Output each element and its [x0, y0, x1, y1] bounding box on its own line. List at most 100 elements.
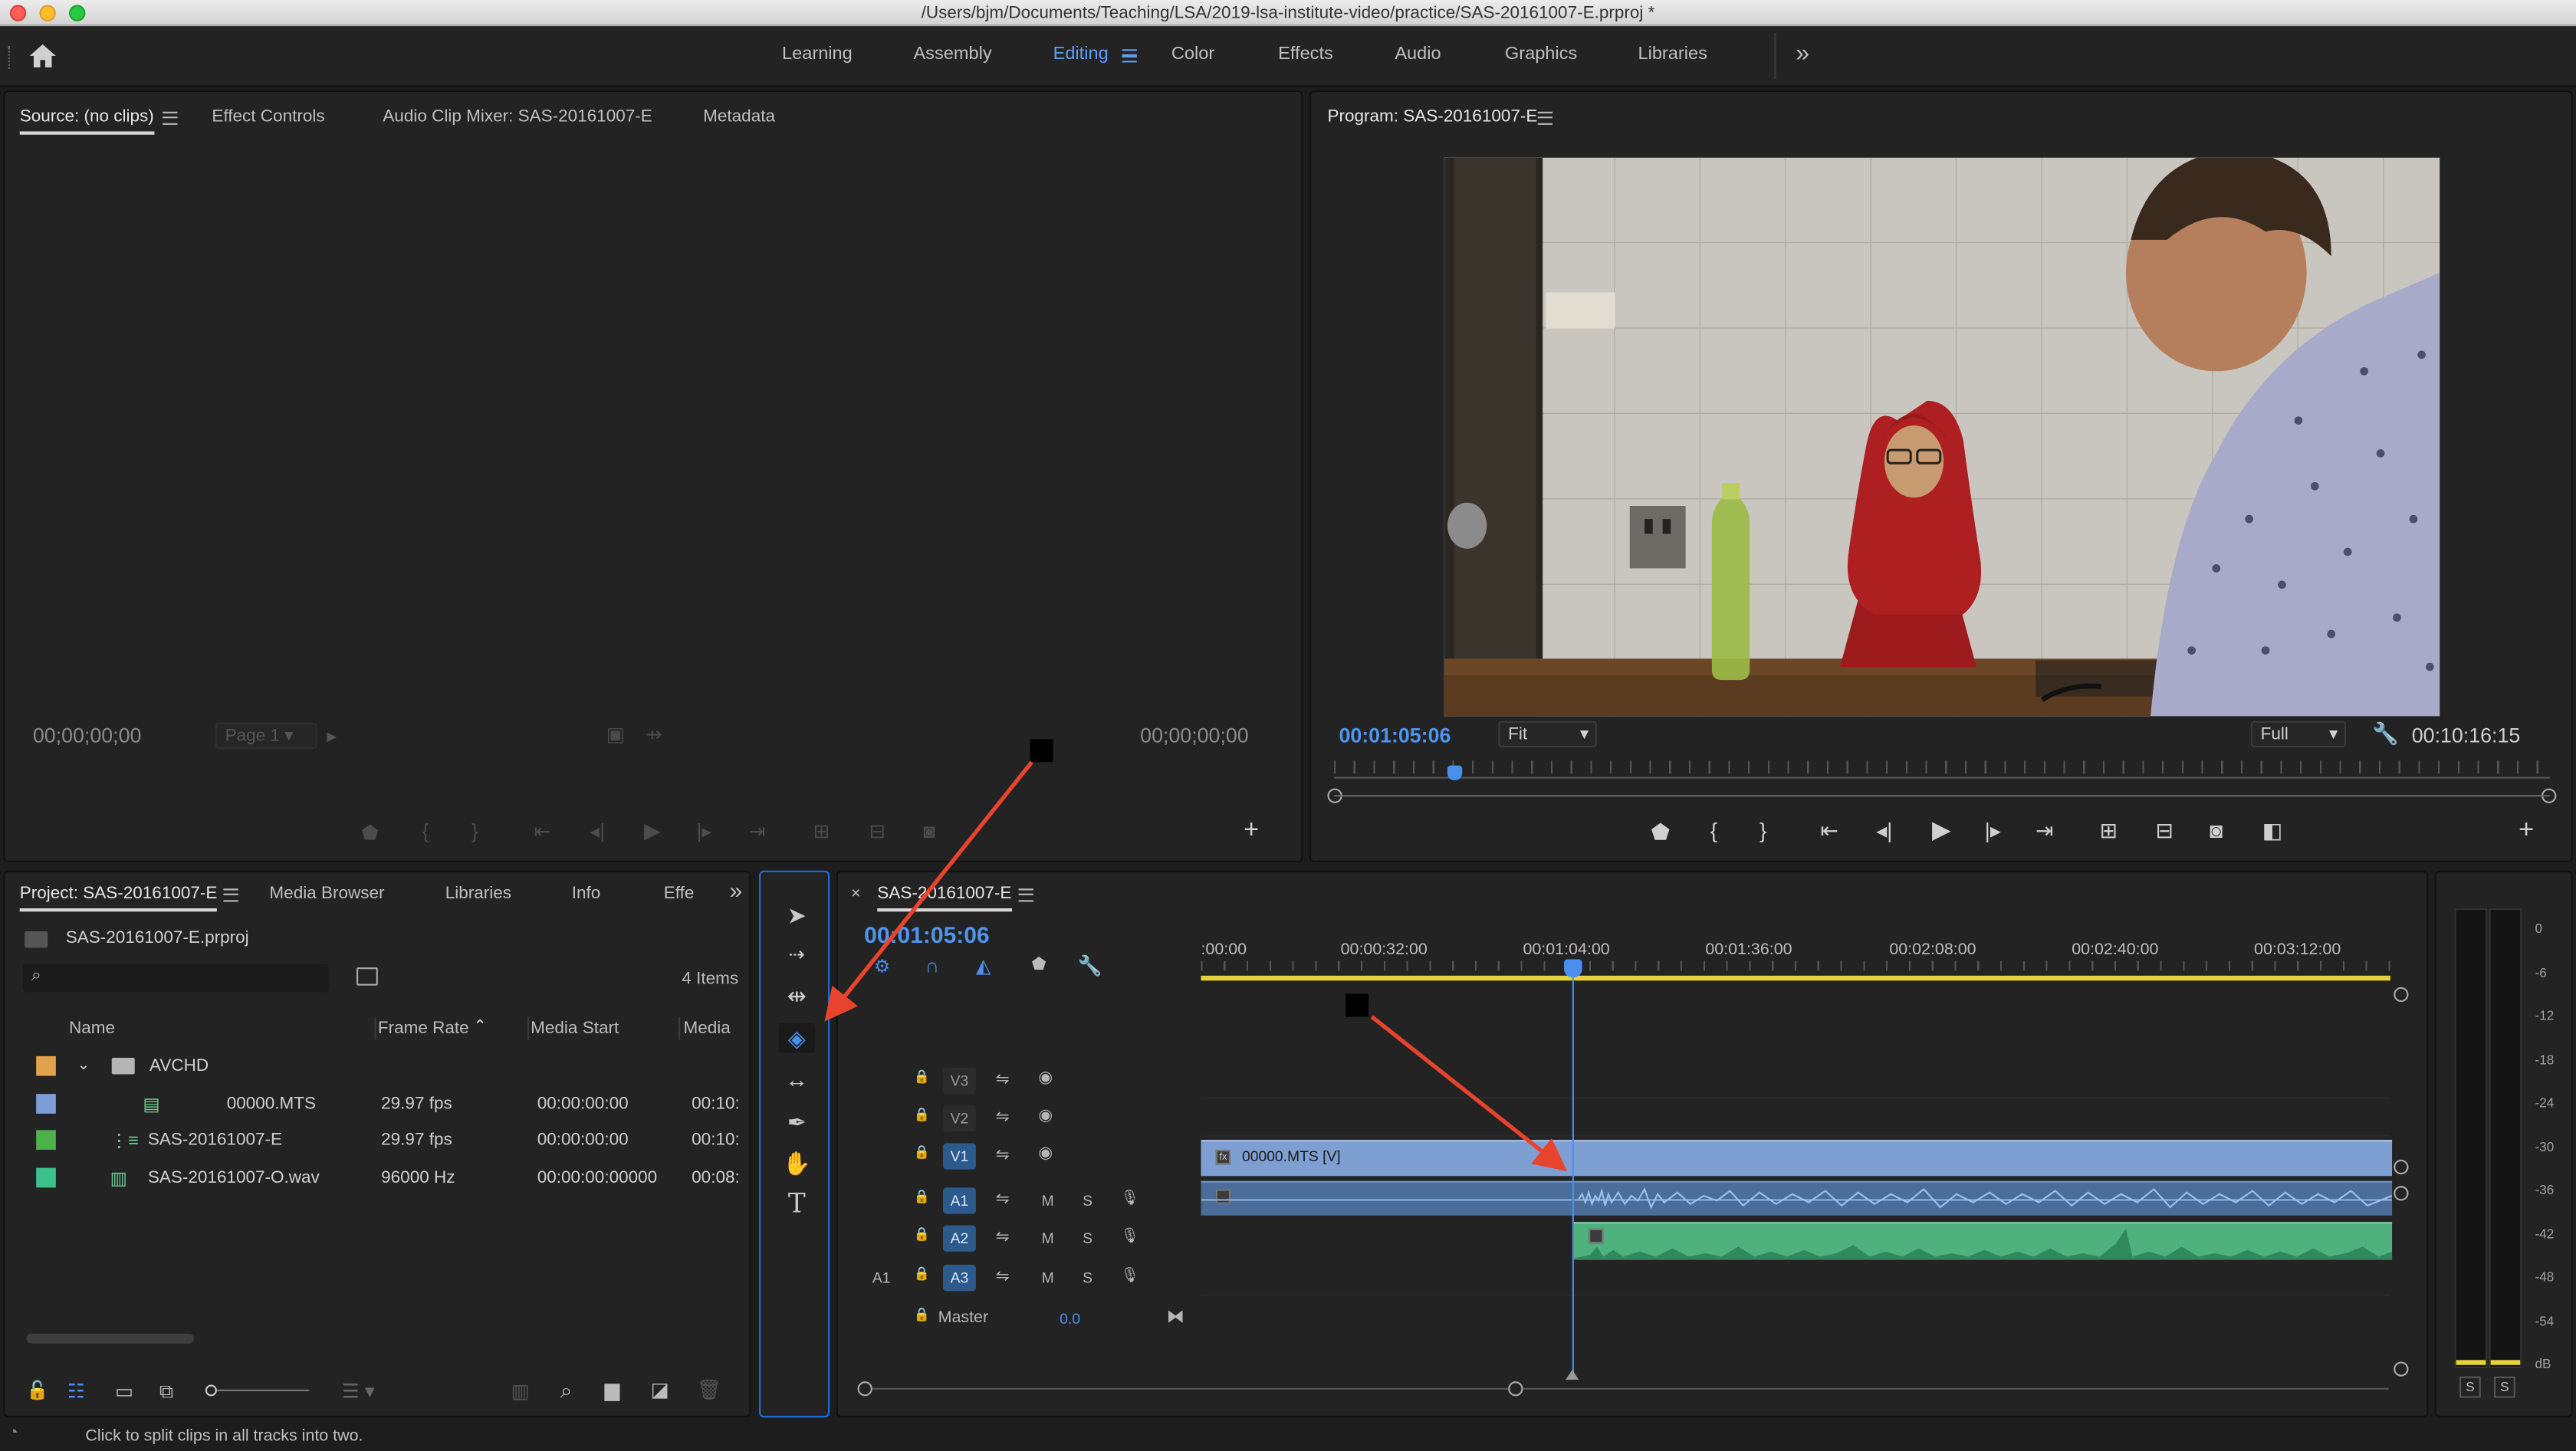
workspace-tab-graphics[interactable]: Graphics [1505, 44, 1577, 64]
workspace-tab-editing[interactable]: Editing [1053, 44, 1109, 64]
razor-tool-icon[interactable]: ◈ [778, 1023, 815, 1053]
comparison-view-icon[interactable]: ◧ [2262, 818, 2282, 844]
lock-track-icon[interactable]: 🔒 [913, 1308, 929, 1322]
nest-icon[interactable]: ⚙ [874, 956, 890, 977]
sync-lock-icon[interactable]: ⇋ [996, 1071, 1010, 1089]
tab-effect-controls[interactable]: Effect Controls [212, 107, 324, 126]
column-media-start[interactable]: Media Start [531, 1019, 619, 1039]
ripple-edit-tool-icon[interactable]: ⇹ [779, 980, 815, 1010]
audio-clip-a1[interactable] [1201, 1180, 2393, 1216]
track-target-v1[interactable]: V1 [943, 1143, 976, 1170]
tab-project[interactable]: Project: SAS-20161007-E [19, 884, 218, 912]
list-view-icon[interactable]: ☷ [67, 1380, 85, 1403]
hamburger-menu-icon[interactable] [163, 111, 178, 125]
master-volume-value[interactable]: 0.0 [1060, 1311, 1080, 1327]
mute-track-button[interactable]: M [1042, 1193, 1054, 1209]
lift-icon[interactable]: ⊞ [2100, 818, 2118, 844]
step-back-icon[interactable]: ◂| [1876, 818, 1892, 844]
tab-effects[interactable]: Effe [664, 884, 695, 904]
scroll-handle-v1[interactable] [2394, 1159, 2409, 1175]
insert-icon[interactable]: ⊞ [813, 819, 830, 842]
workspace-tab-libraries[interactable]: Libraries [1638, 44, 1707, 64]
hamburger-menu-icon[interactable] [1122, 49, 1137, 63]
button-editor-plus-icon[interactable]: + [1244, 816, 1259, 846]
work-area-bar[interactable] [1201, 975, 2390, 981]
solo-right-button[interactable]: S [2493, 1376, 2515, 1398]
label-color-swatch[interactable] [36, 1167, 56, 1187]
tab-program[interactable]: Program: SAS-20161007-E [1327, 107, 1537, 126]
track-header-v1[interactable]: 🔒 V1 ⇋ ◉ [838, 1140, 1196, 1176]
program-playhead-marker[interactable] [1447, 765, 1463, 780]
source-patch[interactable]: A1 [872, 1269, 891, 1285]
sync-lock-icon[interactable]: ⇋ [996, 1108, 1010, 1127]
linked-selection-icon[interactable]: ◭ [976, 954, 991, 977]
search-icon[interactable]: ⌕ [560, 1378, 573, 1404]
tab-media-browser[interactable]: Media Browser [269, 884, 384, 904]
solo-track-button[interactable]: S [1083, 1230, 1092, 1246]
search-input[interactable]: ⌕ [23, 964, 329, 993]
step-forward-icon[interactable]: |▸ [1985, 818, 2001, 844]
play-icon[interactable]: ▶ [1932, 815, 1951, 844]
label-color-swatch[interactable] [36, 1130, 56, 1151]
selection-tool-icon[interactable]: ➤ [779, 900, 815, 930]
overwrite-icon[interactable]: ⊟ [869, 819, 886, 842]
audio-clip-a2[interactable] [1573, 1222, 2393, 1260]
track-header-a3[interactable]: A1 🔒 A3 ⇋ M S 🎙 [838, 1262, 1196, 1298]
drag-video-icon[interactable]: ▣ [606, 723, 625, 746]
sync-lock-icon[interactable]: ⇋ [996, 1147, 1010, 1165]
add-marker-icon[interactable]: ⬟ [1651, 819, 1670, 845]
slip-tool-icon[interactable]: ↔ [779, 1065, 815, 1095]
workspace-tab-effects[interactable]: Effects [1278, 44, 1333, 64]
label-color-swatch[interactable] [36, 1093, 56, 1113]
icon-view-icon[interactable]: ▭ [115, 1380, 133, 1403]
hamburger-menu-icon[interactable] [1537, 111, 1553, 125]
column-media[interactable]: Media [683, 1019, 730, 1039]
label-color-swatch[interactable] [36, 1055, 56, 1076]
hamburger-menu-icon[interactable] [1018, 888, 1033, 902]
page-select[interactable]: Page 1 ▾ [215, 722, 317, 750]
playback-resolution-select[interactable]: Full ▾ [2250, 721, 2347, 748]
wrench-icon[interactable]: 🔧 [2372, 721, 2399, 747]
sync-lock-icon[interactable]: ⇋ [996, 1268, 1010, 1286]
track-select-tool-icon[interactable]: ⇢ [779, 940, 815, 970]
source-playhead-timecode[interactable]: 00;00;00;00 [33, 724, 142, 747]
track-header-v3[interactable]: 🔒 V3 ⇋ ◉ [838, 1065, 1196, 1101]
toggle-output-eye-icon[interactable]: ◉ [1038, 1107, 1053, 1125]
new-bin-icon[interactable]: ▆ [605, 1378, 620, 1401]
home-icon[interactable] [28, 43, 58, 69]
close-tab-icon[interactable]: × [851, 885, 861, 904]
column-frame-rate[interactable]: Frame Rate [378, 1019, 469, 1039]
scroll-handle-a1[interactable] [2394, 1186, 2409, 1201]
mute-track-button[interactable]: M [1042, 1230, 1054, 1246]
step-forward-icon[interactable]: |▸ [697, 819, 712, 842]
add-marker-icon[interactable]: ⬟ [361, 821, 378, 844]
tab-audio-clip-mixer[interactable]: Audio Clip Mixer: SAS-20161007-E [383, 107, 652, 126]
drag-grip[interactable] [8, 46, 12, 70]
timeline-timecode[interactable]: 00:01:05:06 [864, 921, 989, 947]
mark-out-icon[interactable]: } [1760, 818, 1766, 842]
track-header-v2[interactable]: 🔒 V2 ⇋ ◉ [838, 1102, 1196, 1138]
tab-metadata[interactable]: Metadata [703, 107, 775, 126]
voiceover-record-icon[interactable]: 🎙 [1120, 1266, 1139, 1285]
pen-tool-icon[interactable]: ✒ [779, 1107, 815, 1137]
mark-in-icon[interactable]: { [422, 819, 429, 842]
tab-libraries[interactable]: Libraries [445, 884, 511, 904]
video-clip-v1[interactable]: fx 00000.MTS [V] [1201, 1140, 2393, 1177]
track-target-v2[interactable]: V2 [943, 1105, 976, 1132]
wrench-icon[interactable]: 🔧 [1078, 954, 1102, 977]
type-tool-icon[interactable]: T [779, 1188, 815, 1219]
column-name[interactable]: Name [69, 1019, 115, 1039]
mute-track-button[interactable]: M [1042, 1269, 1054, 1285]
go-to-out-icon[interactable]: ⇥ [2036, 818, 2053, 844]
automate-to-sequence-icon[interactable]: ▥ [511, 1380, 529, 1403]
sync-lock-icon[interactable]: ⇋ [996, 1191, 1010, 1210]
time-ruler-ticks[interactable] [1201, 960, 2390, 971]
new-item-icon[interactable]: ◪ [651, 1378, 669, 1401]
track-target-a1[interactable]: A1 [943, 1187, 976, 1214]
track-header-a1[interactable]: 🔒 A1 ⇋ M S 🎙 [838, 1184, 1196, 1220]
lock-track-icon[interactable]: 🔒 [913, 1189, 929, 1203]
step-back-icon[interactable]: ◂| [590, 819, 605, 842]
go-to-in-icon[interactable]: ⇤ [1820, 818, 1838, 844]
workspace-tab-assembly[interactable]: Assembly [913, 44, 991, 64]
workspace-tab-audio[interactable]: Audio [1395, 44, 1441, 64]
